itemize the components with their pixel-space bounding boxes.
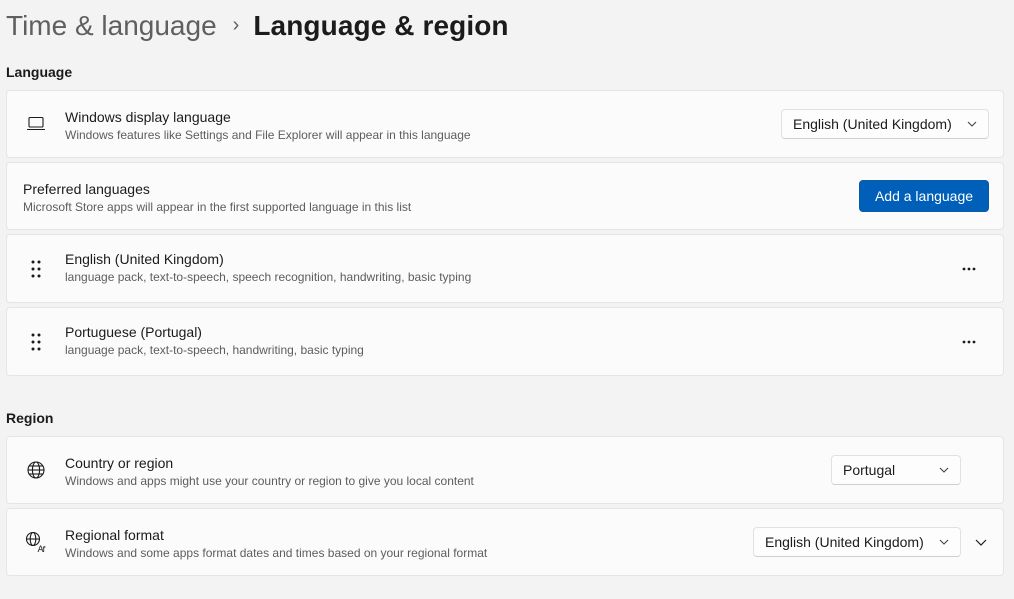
display-language-dropdown[interactable]: English (United Kingdom)	[781, 109, 989, 139]
language-list-item[interactable]: Portuguese (Portugal) language pack, tex…	[6, 307, 1004, 376]
globe-icon	[25, 459, 47, 481]
section-title-language: Language	[6, 64, 73, 80]
language-name: Portuguese (Portugal)	[65, 324, 202, 340]
section-title-region: Region	[6, 410, 54, 426]
preferred-languages-title: Preferred languages	[23, 181, 150, 197]
language-list-item[interactable]: English (United Kingdom) language pack, …	[6, 234, 1004, 303]
regional-format-title: Regional format	[65, 527, 164, 543]
more-options-button[interactable]	[954, 327, 984, 357]
chevron-down-icon	[939, 537, 949, 547]
laptop-icon	[25, 113, 47, 135]
display-language-description: Windows features like Settings and File …	[65, 128, 471, 142]
breadcrumb-separator: ›	[232, 13, 240, 36]
language-features: language pack, text-to-speech, speech re…	[65, 270, 472, 284]
regional-format-dropdown[interactable]: English (United Kingdom)	[753, 527, 961, 557]
regional-format-card[interactable]: A f Regional format Windows and some app…	[6, 508, 1004, 576]
breadcrumb: Time & language › Language & region	[6, 6, 509, 46]
preferred-languages-description: Microsoft Store apps will appear in the …	[23, 200, 412, 214]
more-horizontal-icon	[962, 267, 976, 271]
page-title: Language & region	[253, 10, 509, 41]
country-region-selected: Portugal	[843, 462, 896, 478]
expand-button[interactable]	[968, 529, 994, 555]
chevron-down-icon	[967, 119, 977, 129]
country-region-card: Country or region Windows and apps might…	[6, 436, 1004, 504]
breadcrumb-parent-link[interactable]: Time & language	[6, 10, 217, 42]
more-horizontal-icon	[962, 340, 976, 344]
display-language-selected: English (United Kingdom)	[793, 116, 952, 132]
drag-handle-icon[interactable]	[25, 331, 47, 353]
more-options-button[interactable]	[954, 254, 984, 284]
add-language-button[interactable]: Add a language	[859, 180, 989, 212]
regional-format-description: Windows and some apps format dates and t…	[65, 546, 488, 560]
preferred-languages-card: Preferred languages Microsoft Store apps…	[6, 162, 1004, 230]
regional-format-icon: A f	[25, 531, 47, 553]
country-region-description: Windows and apps might use your country …	[65, 474, 474, 488]
display-language-card: Windows display language Windows feature…	[6, 90, 1004, 158]
display-language-title: Windows display language	[65, 109, 231, 125]
drag-handle-icon[interactable]	[25, 258, 47, 280]
chevron-down-icon	[975, 539, 987, 546]
svg-text:f: f	[43, 545, 46, 553]
language-name: English (United Kingdom)	[65, 251, 224, 267]
regional-format-selected: English (United Kingdom)	[765, 534, 924, 550]
country-region-title: Country or region	[65, 455, 174, 471]
chevron-down-icon	[939, 465, 949, 475]
language-region-page: Time & language › Language & region Lang…	[0, 0, 1014, 599]
language-features: language pack, text-to-speech, handwriti…	[65, 343, 364, 357]
country-region-dropdown[interactable]: Portugal	[831, 455, 961, 485]
